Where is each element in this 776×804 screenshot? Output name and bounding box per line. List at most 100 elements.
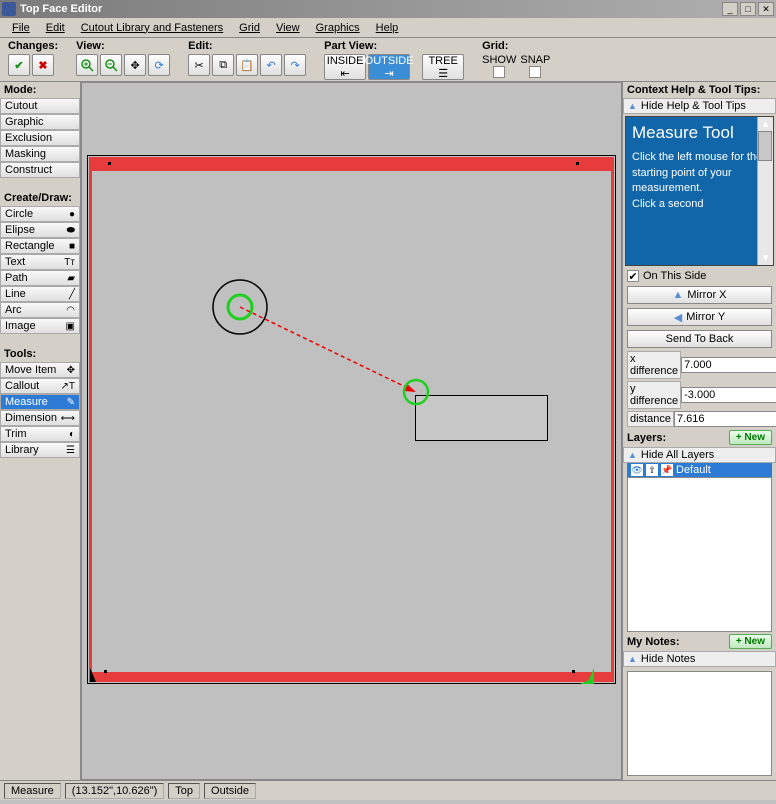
mirror-y-button[interactable]: ◀Mirror Y [627, 308, 772, 326]
mode-graphic[interactable]: Graphic [0, 114, 80, 130]
mode-header: Mode: [0, 82, 80, 98]
grid-snap-checkbox[interactable] [529, 66, 541, 78]
undo-button[interactable]: ↶ [260, 54, 282, 76]
new-layer-button[interactable]: + New [729, 430, 772, 445]
create-image[interactable]: Image▣ [0, 318, 80, 334]
tree-button[interactable]: TREE☰ [422, 54, 464, 80]
new-note-button[interactable]: + New [729, 634, 772, 649]
tool-trim[interactable]: Trim◐ [0, 426, 80, 442]
y-diff-input[interactable] [681, 387, 776, 403]
arc-icon: ◠ [66, 305, 75, 316]
status-face: Top [168, 783, 200, 799]
left-panel: Mode: Cutout Graphic Exclusion Masking C… [0, 82, 81, 780]
minimize-button[interactable]: _ [722, 2, 738, 16]
view-label: View: [76, 40, 170, 52]
mode-exclusion[interactable]: Exclusion [0, 130, 80, 146]
cancel-button[interactable]: ✖ [32, 54, 54, 76]
create-text[interactable]: TextTᴛ [0, 254, 80, 270]
layer-name: Default [676, 464, 711, 476]
dimension-icon: ⟷ [61, 413, 75, 424]
inside-button[interactable]: INSIDE⇤ [324, 54, 366, 80]
notes-header: My Notes: [627, 636, 680, 648]
layer-default[interactable]: 👁 ⇧ 📌 Default [627, 463, 772, 477]
trim-icon: ◐ [69, 429, 75, 440]
help-scrollbar[interactable]: ▴ ▾ [757, 117, 773, 265]
menu-cutout-library[interactable]: Cutout Library and Fasteners [73, 20, 231, 36]
y-diff-label: y difference [627, 381, 681, 409]
menu-file[interactable]: File [4, 20, 38, 36]
canvas[interactable] [81, 82, 622, 780]
tool-callout[interactable]: Callout↗T [0, 378, 80, 394]
refresh-view-button[interactable]: ⟳ [148, 54, 170, 76]
send-to-back-button[interactable]: Send To Back [627, 330, 772, 348]
create-path[interactable]: Path▰ [0, 270, 80, 286]
notes-box[interactable] [627, 671, 772, 776]
distance-input[interactable] [674, 411, 776, 427]
zoom-out-button[interactable] [100, 54, 122, 76]
layers-empty-area[interactable] [627, 477, 772, 632]
window-title: Top Face Editor [20, 3, 722, 15]
menu-edit[interactable]: Edit [38, 20, 73, 36]
line-icon: ╱ [69, 289, 75, 300]
lock-icon[interactable]: ⇧ [646, 464, 658, 476]
circle-icon: ● [69, 209, 75, 220]
create-rectangle[interactable]: Rectangle■ [0, 238, 80, 254]
create-line[interactable]: Line╱ [0, 286, 80, 302]
menu-help[interactable]: Help [368, 20, 407, 36]
pin-icon[interactable]: 📌 [661, 464, 673, 476]
callout-icon: ↗T [61, 381, 76, 392]
redo-button[interactable]: ↷ [284, 54, 306, 76]
mirror-y-icon: ◀ [674, 311, 682, 324]
collapse-up-icon: ▲ [628, 450, 637, 460]
tool-measure[interactable]: Measure✎ [0, 394, 80, 410]
mode-cutout[interactable]: Cutout [0, 98, 80, 114]
status-coords: (13.152",10.626") [65, 783, 164, 799]
grid-show-checkbox[interactable] [493, 66, 505, 78]
move-icon: ✥ [67, 365, 75, 376]
menu-graphics[interactable]: Graphics [308, 20, 368, 36]
edit-label: Edit: [188, 40, 306, 52]
collapse-up-icon: ▲ [628, 654, 637, 664]
outside-button[interactable]: OUTSIDE⇥ [368, 54, 410, 80]
maximize-button[interactable]: □ [740, 2, 756, 16]
help-scroll-thumb[interactable] [758, 131, 772, 161]
partview-label: Part View: [324, 40, 464, 52]
create-arc[interactable]: Arc◠ [0, 302, 80, 318]
help-body: Click the left mouse for the starting po… [632, 149, 767, 211]
tool-library[interactable]: Library☰ [0, 442, 80, 458]
menu-grid[interactable]: Grid [231, 20, 268, 36]
on-this-side-checkbox[interactable]: ✔ [627, 270, 639, 282]
app-icon [2, 2, 16, 16]
pan-button[interactable]: ✥ [124, 54, 146, 76]
visibility-icon[interactable]: 👁 [631, 464, 643, 476]
close-button[interactable]: ✕ [758, 2, 774, 16]
collapse-up-icon: ▲ [628, 101, 637, 111]
zoom-in-button[interactable] [76, 54, 98, 76]
mirror-x-button[interactable]: ▲Mirror X [627, 286, 772, 304]
hide-notes-button[interactable]: ▲Hide Notes [623, 651, 776, 667]
mirror-x-icon: ▲ [673, 289, 684, 301]
copy-button[interactable]: ⧉ [212, 54, 234, 76]
hide-layers-button[interactable]: ▲Hide All Layers [623, 447, 776, 463]
image-icon: ▣ [66, 321, 75, 332]
x-diff-label: x difference [627, 351, 681, 379]
mode-construct[interactable]: Construct [0, 162, 80, 178]
create-circle[interactable]: Circle● [0, 206, 80, 222]
menu-view[interactable]: View [268, 20, 308, 36]
help-box: Measure Tool Click the left mouse for th… [625, 116, 774, 266]
accept-button[interactable]: ✔ [8, 54, 30, 76]
paste-button[interactable]: 📋 [236, 54, 258, 76]
status-tool: Measure [4, 783, 61, 799]
tool-move-item[interactable]: Move Item✥ [0, 362, 80, 378]
distance-label: distance [627, 411, 674, 427]
menubar: File Edit Cutout Library and Fasteners G… [0, 18, 776, 38]
tool-dimension[interactable]: Dimension⟷ [0, 410, 80, 426]
hide-help-button[interactable]: ▲Hide Help & Tool Tips [623, 98, 776, 114]
x-diff-input[interactable] [681, 357, 776, 373]
mode-masking[interactable]: Masking [0, 146, 80, 162]
library-icon: ☰ [66, 445, 75, 456]
on-this-side-label: On This Side [643, 270, 706, 282]
cut-button[interactable]: ✂ [188, 54, 210, 76]
rectangle-shape[interactable] [415, 395, 548, 441]
create-elipse[interactable]: Elipse⬬ [0, 222, 80, 238]
